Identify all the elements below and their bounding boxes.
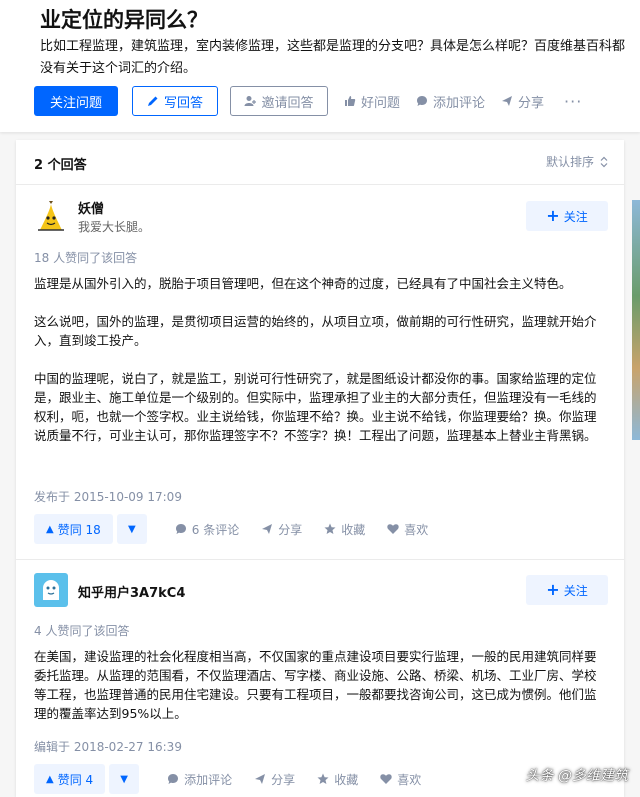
answer-date[interactable]: 发布于 2015-10-09 17:09 <box>34 488 182 505</box>
sort-toggle-icon <box>600 156 608 167</box>
star-icon <box>324 523 336 534</box>
answer-paragraph: 这么说吧，国外的监理，是贯彻项目运营的始终的，从项目立项，做前期的可行性研究，监… <box>34 314 597 348</box>
comments-button[interactable]: 6 条评论 <box>175 521 239 538</box>
answer-paragraph: 在美国，建设监理的社会化程度相当高，不仅国家的重点建设项目要实行监理，一般的民用… <box>34 649 597 721</box>
like-button[interactable]: 喜欢 <box>387 521 428 538</box>
share-label: 分享 <box>518 95 545 111</box>
question-actions: 关注问题 写回答 邀请回答 好问题 添加评论 分享 ··· <box>34 86 582 116</box>
share-button[interactable]: 分享 <box>501 92 544 111</box>
caret-down-icon: ▼ <box>120 773 128 785</box>
answer-date[interactable]: 编辑于 2018-02-27 16:39 <box>34 738 182 755</box>
share-icon <box>262 524 273 534</box>
avatar[interactable] <box>34 200 68 234</box>
watermark: 头条 @多维建筑 <box>525 768 628 784</box>
share-icon <box>502 96 513 106</box>
more-options-icon[interactable]: ··· <box>564 92 582 111</box>
like-label: 喜欢 <box>404 522 429 537</box>
add-comment-label: 添加评论 <box>433 95 486 111</box>
header-divider <box>16 184 624 185</box>
collect-label: 收藏 <box>341 522 366 537</box>
vote-summary: 18 人赞同了该回答 <box>34 251 138 265</box>
star-icon <box>317 773 329 784</box>
question-description: 比如工程监理，建筑监理，室内装修监理，这些都是监理的分支吧？具体是怎么样呢？百度… <box>40 39 626 76</box>
collect-label: 收藏 <box>334 772 359 787</box>
like-button[interactable]: 喜欢 <box>380 771 421 788</box>
invite-answer-button[interactable]: 邀请回答 <box>230 86 328 116</box>
follow-author-label: 关注 <box>563 209 588 224</box>
question-card: 业定位的异同么？ 比如工程监理，建筑监理，室内装修监理，这些都是监理的分支吧？具… <box>0 0 640 132</box>
share-label: 分享 <box>278 522 303 537</box>
heart-icon <box>380 774 392 784</box>
answers-card: 2 个回答 默认排序 妖僧 我爱大长腿。 + 关注 18 人赞同了该回答 监理是… <box>16 140 624 797</box>
author-name[interactable]: 妖僧 <box>78 198 104 217</box>
invite-answer-label: 邀请回答 <box>261 95 314 111</box>
share-icon <box>255 774 266 784</box>
like-label: 喜欢 <box>397 772 422 787</box>
answer-divider <box>16 559 624 560</box>
add-comment-button[interactable]: 添加评论 <box>416 92 485 111</box>
pencil-icon <box>147 96 158 106</box>
follow-author-button[interactable]: + 关注 <box>526 201 608 231</box>
downvote-button[interactable]: ▼ <box>116 514 147 544</box>
answer-body: 监理是从国外引入的，脱胎于项目管理吧，但在这个神奇的过度，已经具有了中国社会主义… <box>34 274 608 445</box>
caret-up-icon: ▲ <box>46 773 54 785</box>
upvote-button[interactable]: ▲ 赞同 4 <box>34 764 106 794</box>
side-image-strip <box>632 200 640 440</box>
author-name[interactable]: 知乎用户3A7kC4 <box>78 582 185 601</box>
avatar[interactable] <box>34 573 68 607</box>
answer-actions: ▲ 赞同 4 ▼ 添加评论 分享 收藏 喜欢 <box>34 764 421 794</box>
follow-author-label: 关注 <box>563 583 588 598</box>
default-user-avatar-icon <box>34 573 68 607</box>
answer-paragraph: 中国的监理呢，说白了，就是监工，别说可行性研究了，就是图纸设计都没你的事。国家给… <box>34 371 597 443</box>
good-question-button[interactable]: 好问题 <box>344 92 400 111</box>
caret-down-icon: ▼ <box>127 523 136 535</box>
plus-icon: + <box>546 580 560 599</box>
collect-button[interactable]: 收藏 <box>317 771 358 788</box>
sort-selector[interactable]: 默认排序 <box>546 153 608 170</box>
heart-icon <box>387 524 399 534</box>
share-button[interactable]: 分享 <box>254 771 295 788</box>
answer-body: 在美国，建设监理的社会化程度相当高，不仅国家的重点建设项目要实行监理，一般的民用… <box>34 647 608 723</box>
write-answer-label: 写回答 <box>163 95 203 111</box>
comment-icon <box>417 96 428 106</box>
collect-button[interactable]: 收藏 <box>324 521 365 538</box>
upvote-label: 赞同 18 <box>57 522 101 537</box>
add-comment-label: 添加评论 <box>184 772 233 787</box>
invite-user-icon <box>244 96 257 106</box>
share-button[interactable]: 分享 <box>261 521 302 538</box>
answer-paragraph: 监理是从国外引入的，脱胎于项目管理吧，但在这个神奇的过度，已经具有了中国社会主义… <box>34 276 572 291</box>
comments-label: 6 条评论 <box>191 522 240 537</box>
comment-icon <box>168 774 179 784</box>
good-question-label: 好问题 <box>361 95 401 111</box>
follow-question-button[interactable]: 关注问题 <box>34 86 118 116</box>
comment-icon <box>175 524 186 534</box>
plus-icon: + <box>546 206 560 225</box>
thumbs-up-icon <box>345 96 356 106</box>
sort-label: 默认排序 <box>545 155 594 169</box>
upvote-label: 赞同 4 <box>57 772 94 787</box>
upvote-button[interactable]: ▲ 赞同 18 <box>34 514 113 544</box>
vote-summary: 4 人赞同了该回答 <box>34 624 130 638</box>
caret-up-icon: ▲ <box>46 523 54 535</box>
author-bio: 我爱大长腿。 <box>78 220 151 234</box>
answer-actions: ▲ 赞同 18 ▼ 6 条评论 分享 收藏 喜欢 <box>34 514 428 544</box>
follow-author-button[interactable]: + 关注 <box>526 575 608 605</box>
write-answer-button[interactable]: 写回答 <box>132 86 218 116</box>
question-title: 业定位的异同么？ <box>40 8 208 32</box>
banana-avatar-icon <box>34 200 68 234</box>
share-label: 分享 <box>271 772 296 787</box>
answer-count: 2 个回答 <box>34 158 87 173</box>
downvote-button[interactable]: ▼ <box>109 764 140 794</box>
add-comment-button[interactable]: 添加评论 <box>167 771 232 788</box>
